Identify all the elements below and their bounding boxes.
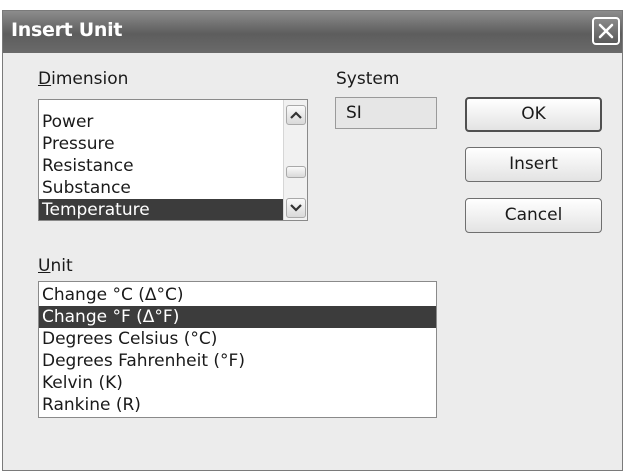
list-item[interactable]: Rankine (R) xyxy=(39,394,436,416)
close-icon xyxy=(598,23,614,39)
system-value: SI xyxy=(335,97,437,129)
list-item[interactable]: Pressure xyxy=(39,133,307,155)
list-item[interactable]: Temperature xyxy=(39,199,283,220)
window-title: Insert Unit xyxy=(11,19,123,41)
dimension-listbox[interactable]: Power Pressure Resistance Substance Temp… xyxy=(38,99,308,221)
chevron-down-icon xyxy=(290,204,302,212)
list-item[interactable]: Change °C (Δ°C) xyxy=(39,284,436,306)
unit-label-mnemonic: U xyxy=(38,256,51,276)
dimension-label-mnemonic: D xyxy=(38,69,52,89)
list-item[interactable]: Degrees Fahrenheit (°F) xyxy=(39,350,436,372)
scroll-thumb[interactable] xyxy=(286,166,306,178)
unit-listbox[interactable]: Change °C (Δ°C) Change °F (Δ°F) Degrees … xyxy=(38,281,437,418)
system-label: System xyxy=(336,69,400,89)
insert-button[interactable]: Insert xyxy=(465,147,602,182)
dimension-label: Dimension xyxy=(38,69,128,89)
list-item[interactable]: Change °F (Δ°F) xyxy=(39,306,436,328)
scroll-down-button[interactable] xyxy=(286,198,306,218)
cancel-button[interactable]: Cancel xyxy=(465,198,602,233)
list-item[interactable]: Substance xyxy=(39,177,307,199)
list-item[interactable]: Resistance xyxy=(39,155,307,177)
list-item[interactable]: Degrees Celsius (°C) xyxy=(39,328,436,350)
list-item[interactable]: Power xyxy=(39,111,307,133)
chevron-up-icon xyxy=(290,111,302,119)
close-button[interactable] xyxy=(592,17,620,45)
insert-unit-dialog: Insert Unit Dimension Power Pressure Res… xyxy=(2,10,623,471)
dimension-scrollbar[interactable] xyxy=(283,100,307,220)
unit-label-rest: nit xyxy=(50,256,73,276)
dimension-label-rest: imension xyxy=(51,69,129,89)
unit-label: Unit xyxy=(38,256,73,276)
title-bar[interactable]: Insert Unit xyxy=(3,11,622,53)
ok-button[interactable]: OK xyxy=(465,97,602,132)
list-item[interactable]: Kelvin (K) xyxy=(39,372,436,394)
scroll-up-button[interactable] xyxy=(286,105,306,125)
